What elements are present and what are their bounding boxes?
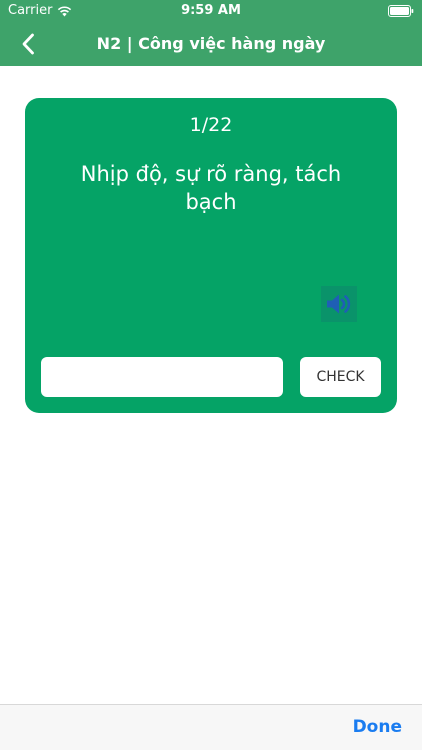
top-bar: Carrier 9:59 AM N2 | Công việc hàng ngày — [0, 0, 422, 66]
play-audio-button[interactable] — [321, 286, 357, 322]
status-time: 9:59 AM — [181, 3, 241, 18]
answer-input[interactable] — [41, 357, 283, 397]
check-button[interactable]: CHECK — [300, 357, 381, 397]
progress-counter: 1/22 — [189, 114, 233, 136]
battery-icon — [388, 5, 414, 17]
back-button[interactable] — [10, 26, 46, 62]
navigation-bar: N2 | Công việc hàng ngày — [0, 22, 422, 66]
speaker-icon — [327, 294, 351, 314]
chevron-left-icon — [22, 33, 34, 55]
page-title: N2 | Công việc hàng ngày — [96, 34, 326, 53]
flashcard: 1/22 Nhịp độ, sự rõ ràng, tách bạch CHEC… — [25, 98, 397, 413]
bottom-toolbar: Done — [0, 704, 422, 750]
question-text: Nhịp độ, sự rõ ràng, tách bạch — [80, 162, 342, 214]
status-bar: Carrier 9:59 AM — [0, 0, 422, 22]
done-button[interactable]: Done — [353, 705, 402, 750]
